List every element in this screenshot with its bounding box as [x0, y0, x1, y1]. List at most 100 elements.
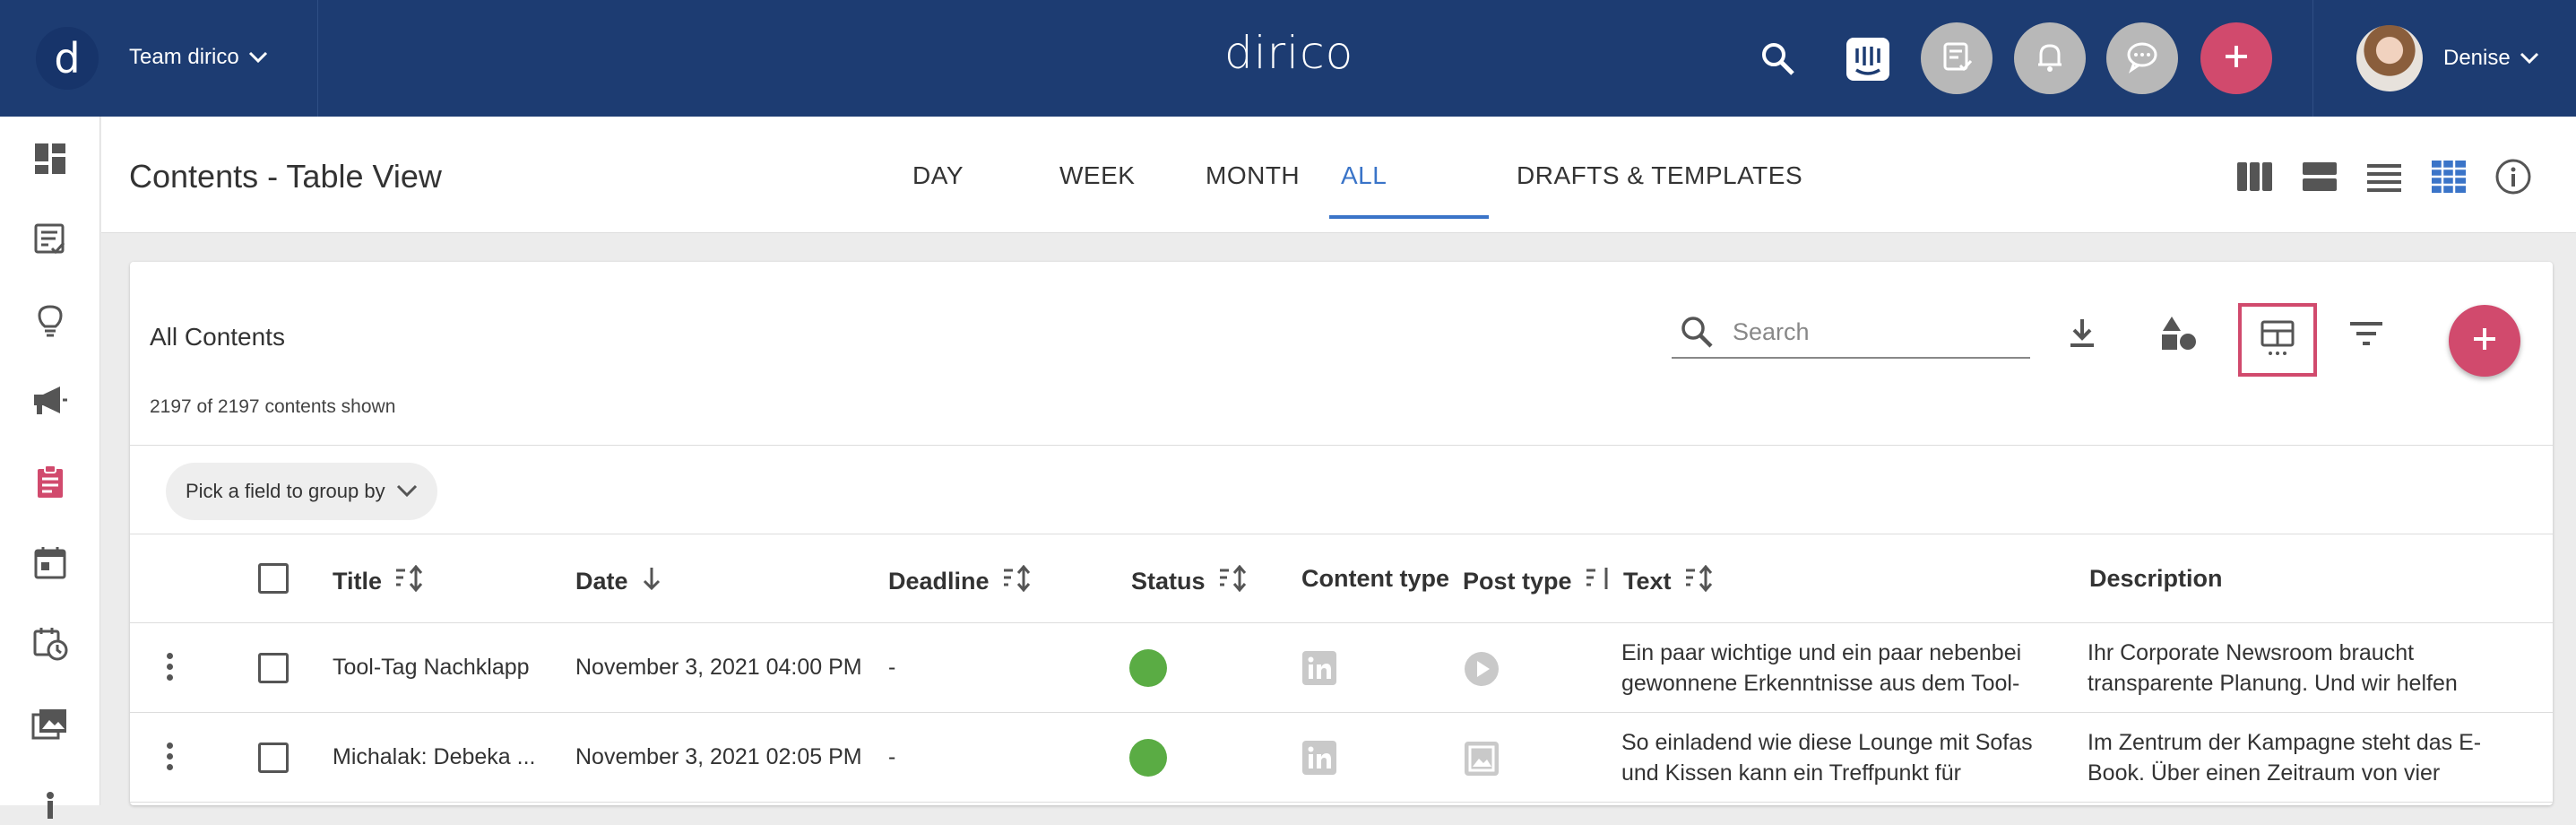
card-view-icon[interactable] — [2299, 156, 2340, 197]
lightbulb-icon[interactable] — [30, 300, 71, 341]
tab-drafts-templates[interactable]: DRAFTS & TEMPLATES — [1517, 161, 1802, 190]
contents-card: All Contents 2197 of 2197 contents shown… — [130, 262, 2553, 805]
team-switcher[interactable]: d Team dirico — [0, 0, 318, 117]
search-input[interactable] — [1733, 317, 2001, 346]
status-indicator[interactable] — [1129, 739, 1167, 777]
group-by-selector[interactable]: Pick a field to group by — [166, 463, 437, 520]
calendar-icon[interactable] — [30, 542, 71, 583]
cell-deadline: - — [888, 744, 896, 769]
divider — [130, 445, 2553, 446]
cell-description: Ihr Corporate Newsroom braucht transpare… — [2088, 640, 2458, 696]
tasks-button[interactable] — [1921, 22, 1993, 94]
table-view-icon[interactable] — [2428, 156, 2469, 197]
group-by-label: Pick a field to group by — [186, 480, 385, 502]
plus-icon — [2468, 323, 2501, 360]
bell-icon — [2032, 39, 2068, 79]
list-view-icon[interactable] — [2364, 156, 2405, 197]
more-icon[interactable] — [30, 784, 71, 825]
board-view-icon[interactable] — [2235, 156, 2276, 197]
search-icon[interactable] — [1759, 39, 1798, 79]
image-icon — [1464, 741, 1500, 781]
sidebar — [0, 117, 100, 819]
chevron-down-icon — [396, 480, 418, 503]
info-icon[interactable] — [2493, 156, 2534, 197]
cell-description: Im Zentrum der Kampagne steht das E-Book… — [2088, 730, 2482, 786]
column-header-title[interactable]: Title — [333, 564, 425, 598]
user-menu[interactable]: Denise — [2312, 0, 2576, 117]
tab-week[interactable]: WEEK — [1059, 161, 1135, 190]
search-field[interactable] — [1672, 307, 2030, 359]
sort-icon — [394, 564, 425, 598]
view-header: Contents - Table View DAY WEEK MONTH ALL… — [101, 117, 2576, 233]
plus-icon — [2220, 40, 2252, 77]
messages-button[interactable] — [2106, 22, 2178, 94]
tab-all[interactable]: ALL — [1341, 161, 1387, 190]
cell-title[interactable]: Tool-Tag Nachklapp — [333, 655, 530, 681]
video-icon — [1464, 651, 1500, 691]
campaign-megaphone-icon[interactable] — [30, 380, 71, 421]
column-header-content-type[interactable]: Content type — [1301, 565, 1449, 593]
row-checkbox[interactable] — [258, 742, 289, 773]
tab-month[interactable]: MONTH — [1206, 161, 1300, 190]
column-label: Title — [333, 568, 383, 595]
column-header-text[interactable]: Text — [1623, 564, 1715, 598]
active-tab-indicator — [1329, 215, 1489, 219]
team-name: Team dirico — [129, 45, 239, 69]
cell-date: November 3, 2021 04:00 PM — [575, 655, 862, 680]
chevron-down-icon — [248, 45, 268, 70]
intercom-icon[interactable] — [1846, 38, 1889, 81]
brand-wordmark: dirico — [1224, 27, 1354, 79]
cell-text: Ein paar wichtige und ein paar nebenbei … — [1621, 640, 2022, 696]
row-menu-icon[interactable] — [167, 653, 174, 681]
shapes-category-icon[interactable] — [2152, 307, 2206, 360]
table-row[interactable]: Tool-Tag Nachklapp November 3, 2021 04:0… — [130, 623, 2553, 713]
sort-icon — [1585, 565, 1615, 598]
column-settings-button[interactable] — [2238, 303, 2317, 377]
cell-title[interactable]: Michalak: Debeka ... — [333, 744, 536, 770]
column-header-deadline[interactable]: Deadline — [888, 564, 1033, 598]
column-label: Post type — [1463, 568, 1572, 595]
contents-count: 2197 of 2197 contents shown — [150, 396, 396, 417]
dashboard-icon[interactable] — [30, 138, 71, 179]
column-label: Date — [575, 568, 628, 595]
media-library-icon[interactable] — [30, 703, 71, 744]
cell-date: November 3, 2021 02:05 PM — [575, 744, 862, 769]
column-header-post-type[interactable]: Post type — [1463, 565, 1615, 598]
download-icon[interactable] — [2055, 307, 2109, 360]
filter-icon[interactable] — [2339, 307, 2393, 360]
create-button[interactable] — [2200, 22, 2272, 94]
row-menu-icon[interactable] — [167, 742, 174, 770]
sort-icon — [1002, 564, 1033, 598]
linkedin-icon — [1302, 741, 1336, 779]
page-title: Contents - Table View — [129, 158, 442, 195]
dirico-logo: d — [36, 27, 99, 90]
team-selector[interactable]: Team dirico — [129, 45, 268, 70]
column-label: Content type — [1301, 565, 1449, 592]
select-all-checkbox[interactable] — [258, 563, 289, 594]
table-columns-icon — [2259, 318, 2296, 362]
table-row[interactable]: Michalak: Debeka ... November 3, 2021 02… — [130, 713, 2553, 803]
sort-icon — [1684, 564, 1715, 598]
cell-text: So einladend wie diese Lounge mit Sofas … — [1621, 730, 2033, 786]
column-header-status[interactable]: Status — [1131, 564, 1249, 598]
content-list-icon[interactable] — [30, 219, 71, 260]
column-header-date[interactable]: Date — [575, 565, 662, 598]
notifications-button[interactable] — [2014, 22, 2086, 94]
user-name-toggle[interactable]: Denise — [2443, 46, 2539, 71]
status-indicator[interactable] — [1129, 649, 1167, 687]
column-header-description[interactable]: Description — [2089, 565, 2223, 593]
column-label: Deadline — [888, 568, 990, 595]
assignment-icon[interactable] — [30, 461, 71, 502]
user-name: Denise — [2443, 46, 2511, 70]
add-content-button[interactable] — [2449, 305, 2520, 377]
card-title: All Contents — [150, 323, 285, 351]
tab-day[interactable]: DAY — [912, 161, 964, 190]
cell-deadline: - — [888, 655, 896, 680]
chat-bubble-icon — [2123, 38, 2161, 80]
column-label: Text — [1623, 568, 1672, 595]
row-checkbox[interactable] — [258, 653, 289, 683]
calendar-clock-icon[interactable] — [30, 622, 71, 664]
search-icon — [1679, 314, 1715, 350]
sort-icon — [1218, 564, 1249, 598]
top-navigation-bar: d Team dirico dirico Denise — [0, 0, 2576, 117]
